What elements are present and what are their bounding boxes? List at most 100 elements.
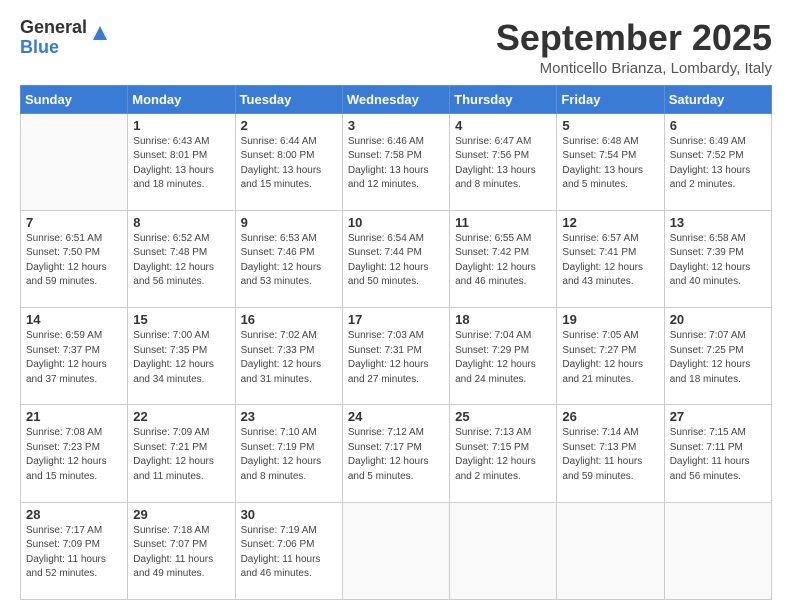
calendar-cell: 30Sunrise: 7:19 AM Sunset: 7:06 PM Dayli… — [235, 502, 342, 599]
day-number: 17 — [348, 312, 444, 327]
logo-icon — [89, 22, 111, 44]
calendar-cell — [342, 502, 449, 599]
calendar-cell: 29 Sunrise: 7:18 AM Sunset: 7:07 PM Dayli… — [128, 502, 235, 599]
calendar-week-row: 21Sunrise: 7:08 AM Sunset: 7:23 PM Dayli… — [21, 405, 772, 502]
calendar-cell: 28 Sunrise: 7:17 AM Sunset: 7:09 PM Dayli… — [21, 502, 128, 599]
day-info: Sunrise: 6:44 AM Sunset: 8:00 PM Dayligh… — [241, 135, 337, 193]
calendar-cell — [21, 113, 128, 210]
day-number: 15 — [133, 312, 229, 327]
day-number: 16 — [241, 312, 337, 327]
calendar-cell: 17 Sunrise: 7:03 AM Sunset: 7:31 PM Dayli… — [342, 308, 449, 405]
day-info: Sunrise: 7:03 AM Sunset: 7:31 PM Dayligh… — [348, 329, 444, 387]
calendar-day-header: Monday — [128, 85, 235, 113]
calendar-cell: 5Sunrise: 6:48 AM Sunset: 7:54 PM Daylig… — [557, 113, 664, 210]
day-info: Sunrise: 6:46 AM Sunset: 7:58 PM Dayligh… — [348, 135, 444, 193]
calendar-table: SundayMondayTuesdayWednesdayThursdayFrid… — [20, 85, 772, 600]
day-number: 6 — [670, 118, 766, 133]
calendar-week-row: 28 Sunrise: 7:17 AM Sunset: 7:09 PM Dayli… — [21, 502, 772, 599]
day-info: Sunrise: 6:57 AM Sunset: 7:41 PM Dayligh… — [562, 232, 658, 290]
day-number: 11 — [455, 215, 551, 230]
calendar-day-header: Sunday — [21, 85, 128, 113]
day-info: Sunrise: 6:54 AM Sunset: 7:44 PM Dayligh… — [348, 232, 444, 290]
day-number: 18 — [455, 312, 551, 327]
day-info: Sunrise: 7:14 AM Sunset: 7:13 PM Dayligh… — [562, 426, 658, 484]
day-info: Sunrise: 7:10 AM Sunset: 7:19 PM Dayligh… — [241, 426, 337, 484]
calendar-day-header: Wednesday — [342, 85, 449, 113]
calendar-cell — [664, 502, 771, 599]
calendar-cell — [557, 502, 664, 599]
day-info: Sunrise: 7:05 AM Sunset: 7:27 PM Dayligh… — [562, 329, 658, 387]
day-info: Sunrise: 6:52 AM Sunset: 7:48 PM Dayligh… — [133, 232, 229, 290]
calendar-cell: 12 Sunrise: 6:57 AM Sunset: 7:41 PM Dayli… — [557, 210, 664, 307]
location-title: Monticello Brianza, Lombardy, Italy — [496, 60, 772, 77]
day-info: Sunrise: 6:48 AM Sunset: 7:54 PM Dayligh… — [562, 135, 658, 193]
day-number: 7 — [26, 215, 122, 230]
calendar-header-row: SundayMondayTuesdayWednesdayThursdayFrid… — [21, 85, 772, 113]
day-info: Sunrise: 6:59 AM Sunset: 7:37 PM Dayligh… — [26, 329, 122, 387]
calendar-day-header: Friday — [557, 85, 664, 113]
calendar-cell: 7Sunrise: 6:51 AM Sunset: 7:50 PM Daylig… — [21, 210, 128, 307]
calendar-cell: 9Sunrise: 6:53 AM Sunset: 7:46 PM Daylig… — [235, 210, 342, 307]
calendar-cell: 2Sunrise: 6:44 AM Sunset: 8:00 PM Daylig… — [235, 113, 342, 210]
day-number: 24 — [348, 409, 444, 424]
day-number: 14 — [26, 312, 122, 327]
day-number: 20 — [670, 312, 766, 327]
calendar-cell: 16 Sunrise: 7:02 AM Sunset: 7:33 PM Dayli… — [235, 308, 342, 405]
calendar-day-header: Tuesday — [235, 85, 342, 113]
day-info: Sunrise: 7:07 AM Sunset: 7:25 PM Dayligh… — [670, 329, 766, 387]
calendar-cell: 26 Sunrise: 7:14 AM Sunset: 7:13 PM Dayli… — [557, 405, 664, 502]
page: General Blue September 2025 Monticello B… — [0, 0, 792, 612]
day-number: 8 — [133, 215, 229, 230]
day-number: 19 — [562, 312, 658, 327]
logo-general: General — [20, 18, 87, 38]
day-info: Sunrise: 7:13 AM Sunset: 7:15 PM Dayligh… — [455, 426, 551, 484]
day-info: Sunrise: 6:58 AM Sunset: 7:39 PM Dayligh… — [670, 232, 766, 290]
day-info: Sunrise: 7:15 AM Sunset: 7:11 PM Dayligh… — [670, 426, 766, 484]
day-info: Sunrise: 6:53 AM Sunset: 7:46 PM Dayligh… — [241, 232, 337, 290]
day-number: 12 — [562, 215, 658, 230]
calendar-cell: 11 Sunrise: 6:55 AM Sunset: 7:42 PM Dayli… — [450, 210, 557, 307]
calendar-cell: 23 Sunrise: 7:10 AM Sunset: 7:19 PM Dayli… — [235, 405, 342, 502]
day-number: 27 — [670, 409, 766, 424]
day-number: 26 — [562, 409, 658, 424]
day-number: 21 — [26, 409, 122, 424]
day-number: 10 — [348, 215, 444, 230]
calendar-cell: 24 Sunrise: 7:12 AM Sunset: 7:17 PM Dayli… — [342, 405, 449, 502]
day-info: Sunrise: 7:12 AM Sunset: 7:17 PM Dayligh… — [348, 426, 444, 484]
calendar-cell: 20 Sunrise: 7:07 AM Sunset: 7:25 PM Dayli… — [664, 308, 771, 405]
day-info: Sunrise: 7:17 AM Sunset: 7:09 PM Dayligh… — [26, 524, 122, 582]
month-title: September 2025 — [496, 18, 772, 58]
day-number: 4 — [455, 118, 551, 133]
day-info: Sunrise: 6:55 AM Sunset: 7:42 PM Dayligh… — [455, 232, 551, 290]
calendar-week-row: 7Sunrise: 6:51 AM Sunset: 7:50 PM Daylig… — [21, 210, 772, 307]
day-info: Sunrise: 7:02 AM Sunset: 7:33 PM Dayligh… — [241, 329, 337, 387]
day-number: 23 — [241, 409, 337, 424]
day-info: Sunrise: 6:43 AM Sunset: 8:01 PM Dayligh… — [133, 135, 229, 193]
calendar-cell: 22 Sunrise: 7:09 AM Sunset: 7:21 PM Dayli… — [128, 405, 235, 502]
day-number: 3 — [348, 118, 444, 133]
day-number: 22 — [133, 409, 229, 424]
logo: General Blue — [20, 18, 111, 58]
day-number: 30 — [241, 507, 337, 522]
calendar-day-header: Saturday — [664, 85, 771, 113]
calendar-cell: 3 Sunrise: 6:46 AM Sunset: 7:58 PM Daylig… — [342, 113, 449, 210]
calendar-week-row: 1 Sunrise: 6:43 AM Sunset: 8:01 PM Daylig… — [21, 113, 772, 210]
calendar-cell: 21Sunrise: 7:08 AM Sunset: 7:23 PM Dayli… — [21, 405, 128, 502]
day-info: Sunrise: 7:00 AM Sunset: 7:35 PM Dayligh… — [133, 329, 229, 387]
logo-text: General Blue — [20, 18, 87, 58]
calendar-cell: 4 Sunrise: 6:47 AM Sunset: 7:56 PM Daylig… — [450, 113, 557, 210]
calendar-cell: 10 Sunrise: 6:54 AM Sunset: 7:44 PM Dayli… — [342, 210, 449, 307]
day-info: Sunrise: 7:09 AM Sunset: 7:21 PM Dayligh… — [133, 426, 229, 484]
calendar-cell: 14 Sunrise: 6:59 AM Sunset: 7:37 PM Dayli… — [21, 308, 128, 405]
calendar-day-header: Thursday — [450, 85, 557, 113]
day-number: 28 — [26, 507, 122, 522]
day-info: Sunrise: 7:04 AM Sunset: 7:29 PM Dayligh… — [455, 329, 551, 387]
day-info: Sunrise: 6:47 AM Sunset: 7:56 PM Dayligh… — [455, 135, 551, 193]
logo-blue: Blue — [20, 38, 87, 58]
calendar-cell: 15 Sunrise: 7:00 AM Sunset: 7:35 PM Dayli… — [128, 308, 235, 405]
header: General Blue September 2025 Monticello B… — [20, 18, 772, 77]
calendar-cell — [450, 502, 557, 599]
day-number: 1 — [133, 118, 229, 133]
day-number: 29 — [133, 507, 229, 522]
day-info: Sunrise: 7:18 AM Sunset: 7:07 PM Dayligh… — [133, 524, 229, 582]
